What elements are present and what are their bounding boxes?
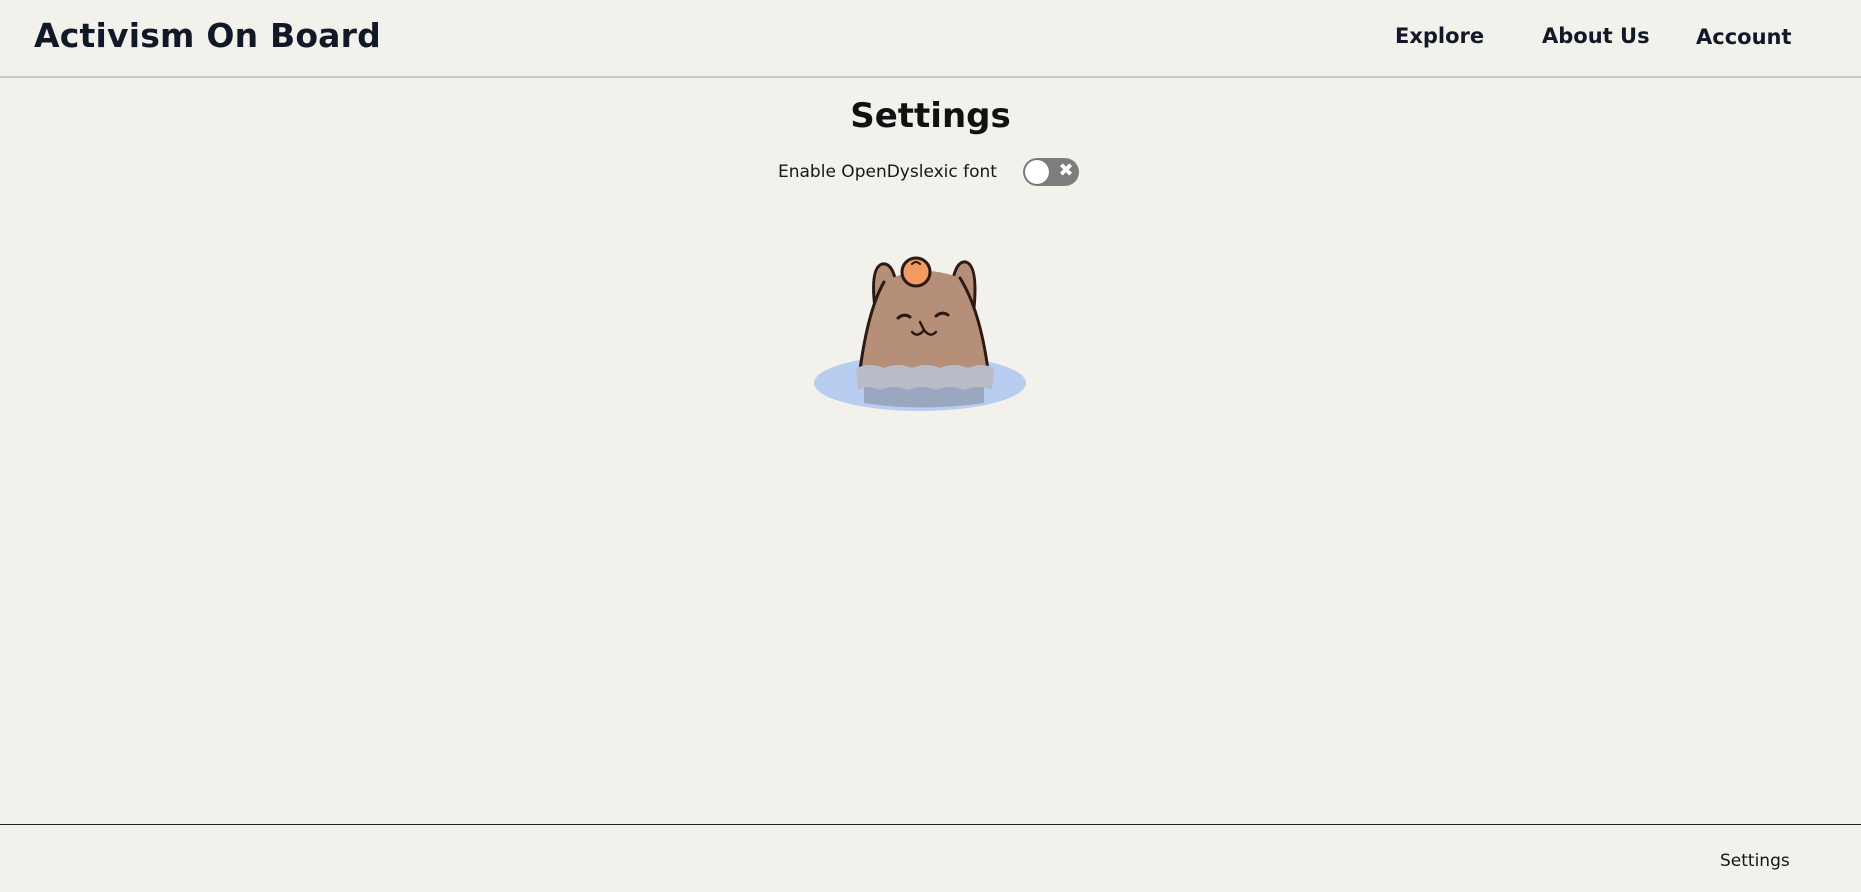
capybara-mascot-icon [814,256,1026,411]
nav-about-us[interactable]: About Us [1542,24,1650,48]
setting-label: Enable OpenDyslexic font [778,162,997,182]
site-footer: Settings [0,824,1861,892]
nav-account[interactable]: Account [1696,25,1792,49]
close-icon: ✖ [1058,160,1074,181]
toggle-knob [1025,160,1049,184]
nav-explore[interactable]: Explore [1395,24,1484,48]
footer-settings-link[interactable]: Settings [1720,851,1790,871]
page-title: Settings [850,96,1011,136]
site-header: Activism On Board Explore About Us Accou… [0,0,1861,78]
water-foam [856,365,994,390]
opendyslexic-toggle[interactable]: ✖ [1023,158,1079,186]
site-brand[interactable]: Activism On Board [34,16,381,55]
